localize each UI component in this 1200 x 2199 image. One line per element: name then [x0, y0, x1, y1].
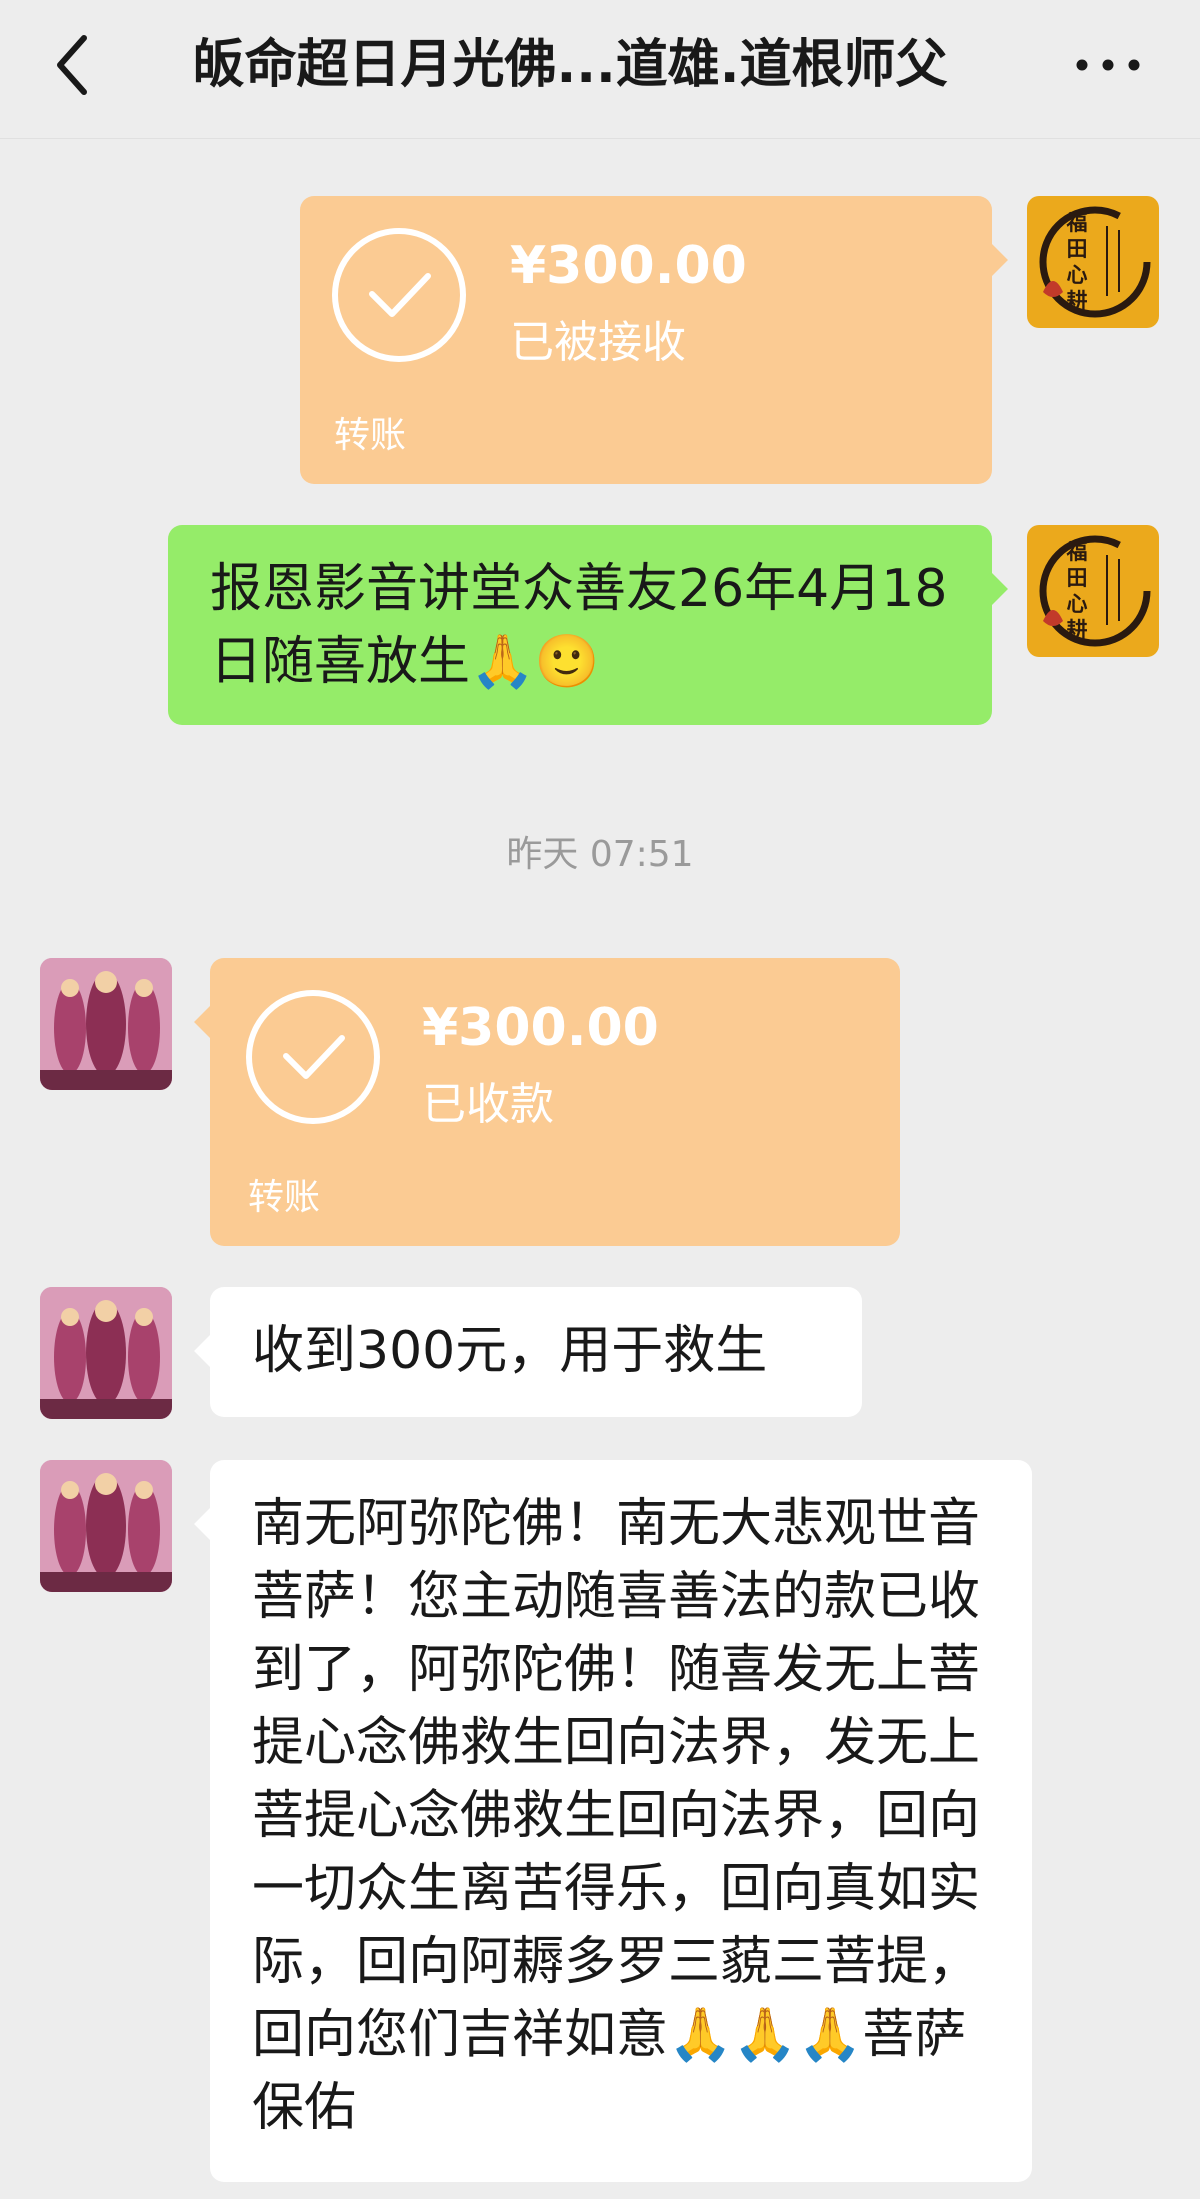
- check-circle-icon: [332, 228, 466, 362]
- calligraphy-logo: 福 田 心 耕: [1039, 206, 1151, 318]
- svg-text:心: 心: [1067, 591, 1088, 616]
- svg-text:福: 福: [1066, 539, 1088, 564]
- chevron-left-icon[interactable]: [48, 30, 98, 100]
- message-bubble-received[interactable]: 收到300元，用于救生: [194, 1287, 862, 1417]
- svg-text:田: 田: [1067, 565, 1088, 590]
- transfer-status: 已收款: [422, 1079, 554, 1130]
- avatar-other[interactable]: [40, 958, 172, 1090]
- buddha-image-avatar: [40, 958, 172, 1090]
- transfer-card-received[interactable]: ¥300.00 已收款 转账: [194, 958, 900, 1246]
- bubble-tail: [194, 1005, 228, 1039]
- bubble-tail: [194, 1507, 228, 1541]
- transfer-label: 转账: [248, 1177, 321, 1218]
- svg-text:耕: 耕: [1067, 617, 1088, 642]
- bubble-tail: [974, 243, 1008, 277]
- ellipsis-icon[interactable]: [1068, 40, 1148, 90]
- message-text: 收到300元，用于救生: [252, 1321, 768, 1381]
- calligraphy-logo: 福 田 心 耕: [1039, 535, 1151, 647]
- avatar-other[interactable]: [40, 1287, 172, 1419]
- avatar-other[interactable]: [40, 1460, 172, 1592]
- message-bubble-received[interactable]: 南无阿弥陀佛！南无大悲观世音菩萨！您主动随喜善法的款已收到了，阿弥陀佛！随喜发无…: [194, 1460, 1032, 2182]
- message-bubble-sent[interactable]: 报恩影音讲堂众善友26年4月18日随喜放生🙏🙂: [168, 525, 1008, 725]
- avatar-self[interactable]: 福 田 心 耕: [1027, 196, 1159, 328]
- message-text: 南无阿弥陀佛！南无大悲观世音菩萨！您主动随喜善法的款已收到了，阿弥陀佛！随喜发无…: [252, 1494, 981, 2138]
- timestamp: 昨天 07:51: [506, 834, 694, 875]
- svg-text:福: 福: [1066, 210, 1088, 235]
- check-circle-icon: [246, 990, 380, 1124]
- avatar-self[interactable]: 福 田 心 耕: [1027, 525, 1159, 657]
- bubble-tail: [194, 1334, 228, 1368]
- transfer-card-sent[interactable]: ¥300.00 已被接收 转账: [300, 196, 1008, 484]
- buddha-image-avatar: [40, 1460, 172, 1592]
- transfer-label: 转账: [334, 415, 407, 456]
- buddha-image-avatar: [40, 1287, 172, 1419]
- top-bar: 皈命超日月光佛...道雄.道根师父: [0, 0, 1200, 139]
- transfer-amount: ¥300.00: [510, 236, 747, 296]
- svg-text:耕: 耕: [1067, 288, 1088, 313]
- svg-text:田: 田: [1067, 236, 1088, 261]
- message-text: 报恩影音讲堂众善友26年4月18日随喜放生🙏🙂: [210, 559, 948, 692]
- chat-title: 皈命超日月光佛...道雄.道根师父: [192, 35, 948, 95]
- transfer-amount: ¥300.00: [422, 998, 659, 1058]
- svg-text:心: 心: [1067, 262, 1088, 287]
- bubble-tail: [974, 572, 1008, 606]
- transfer-status: 已被接收: [510, 317, 686, 368]
